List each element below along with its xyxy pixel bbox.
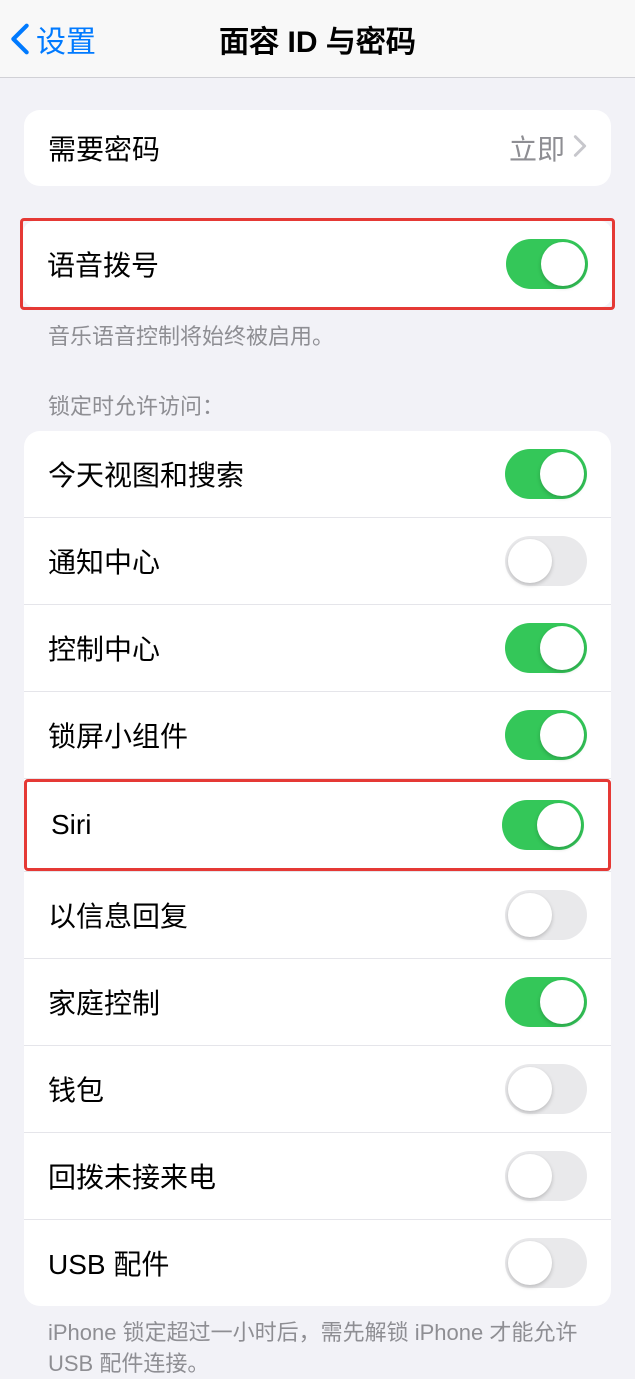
voice-dial-label: 语音拨号	[47, 244, 159, 284]
notification-center-label: 通知中心	[48, 541, 160, 581]
navigation-header: 设置 面容 ID 与密码	[0, 0, 635, 78]
return-missed-calls-row: 回拨未接来电	[24, 1133, 611, 1220]
voice-dial-footer: 音乐语音控制将始终被启用。	[24, 310, 611, 353]
reply-message-toggle[interactable]	[505, 890, 587, 940]
require-passcode-row[interactable]: 需要密码 立即	[24, 110, 611, 186]
back-button[interactable]: 设置	[0, 17, 96, 61]
return-missed-calls-label: 回拨未接来电	[48, 1156, 216, 1196]
require-passcode-value: 立即	[509, 128, 587, 168]
return-missed-calls-toggle[interactable]	[505, 1151, 587, 1201]
siri-label: Siri	[51, 809, 91, 841]
control-center-toggle[interactable]	[505, 623, 587, 673]
siri-row: Siri	[27, 782, 608, 868]
chevron-right-icon	[573, 134, 587, 163]
today-view-row: 今天视图和搜索	[24, 431, 611, 518]
home-control-label: 家庭控制	[48, 982, 160, 1022]
reply-message-row: 以信息回复	[24, 871, 611, 959]
page-title: 面容 ID 与密码	[219, 17, 416, 61]
voice-dial-highlight: 语音拨号	[20, 218, 615, 310]
siri-highlight: Siri	[24, 779, 611, 871]
usb-accessories-label: USB 配件	[48, 1243, 169, 1283]
voice-dial-toggle[interactable]	[506, 239, 588, 289]
siri-toggle[interactable]	[502, 800, 584, 850]
voice-dial-section: 语音拨号	[23, 221, 612, 307]
wallet-label: 钱包	[48, 1069, 104, 1109]
lock-access-footer: iPhone 锁定超过一小时后，需先解锁 iPhone 才能允许USB 配件连接…	[24, 1306, 611, 1379]
control-center-label: 控制中心	[48, 628, 160, 668]
home-control-toggle[interactable]	[505, 977, 587, 1027]
control-center-row: 控制中心	[24, 605, 611, 692]
lock-access-header: 锁定时允许访问：	[24, 353, 611, 431]
voice-dial-row: 语音拨号	[23, 221, 612, 307]
home-control-row: 家庭控制	[24, 959, 611, 1046]
usb-accessories-toggle[interactable]	[505, 1238, 587, 1288]
lock-screen-widgets-row: 锁屏小组件	[24, 692, 611, 779]
today-view-label: 今天视图和搜索	[48, 454, 244, 494]
notification-center-toggle[interactable]	[505, 536, 587, 586]
wallet-toggle[interactable]	[505, 1064, 587, 1114]
require-passcode-section: 需要密码 立即	[24, 110, 611, 186]
chevron-left-icon	[10, 22, 30, 56]
require-passcode-value-text: 立即	[509, 128, 565, 168]
back-label: 设置	[36, 17, 96, 61]
reply-message-label: 以信息回复	[48, 895, 188, 935]
lock-screen-widgets-toggle[interactable]	[505, 710, 587, 760]
require-passcode-label: 需要密码	[48, 128, 160, 168]
today-view-toggle[interactable]	[505, 449, 587, 499]
lock-access-section: 今天视图和搜索 通知中心 控制中心 锁屏小组件 Siri 以信息回复 家庭控制	[24, 431, 611, 1306]
lock-screen-widgets-label: 锁屏小组件	[48, 715, 188, 755]
wallet-row: 钱包	[24, 1046, 611, 1133]
notification-center-row: 通知中心	[24, 518, 611, 605]
usb-accessories-row: USB 配件	[24, 1220, 611, 1306]
